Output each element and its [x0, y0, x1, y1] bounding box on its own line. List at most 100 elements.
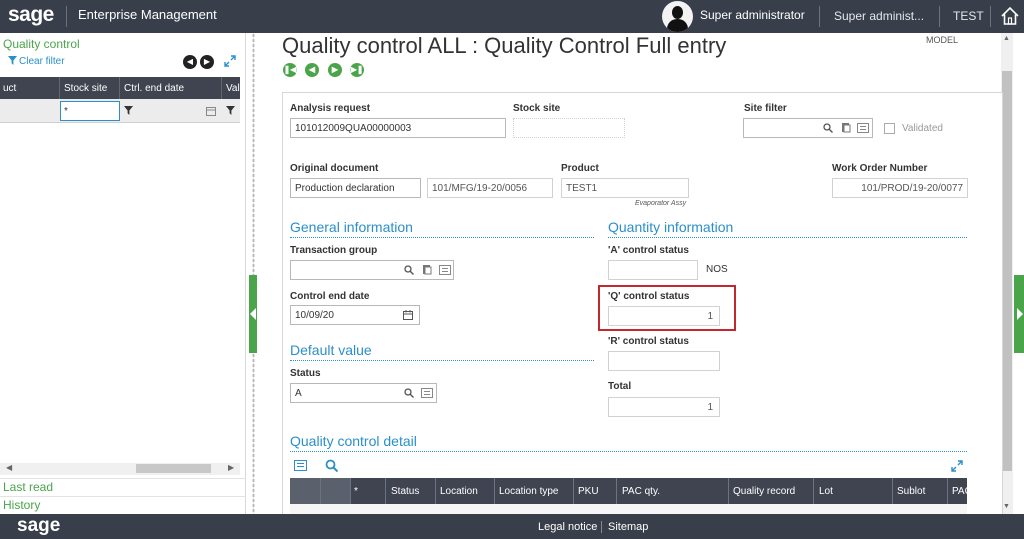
column-lot[interactable]: Lot: [819, 486, 833, 497]
list-view-icon[interactable]: [294, 460, 307, 471]
general-information-title: General information: [290, 219, 413, 235]
work-order-field[interactable]: 101/PROD/19-20/0077: [832, 178, 968, 198]
first-record-icon[interactable]: ❚◀: [283, 63, 297, 77]
last-read-link[interactable]: Last read: [0, 478, 246, 496]
status-field[interactable]: A: [290, 383, 437, 403]
column-ctrl-end-date[interactable]: Ctrl. end date: [124, 83, 184, 94]
validated-checkbox[interactable]: [884, 123, 895, 134]
home-icon[interactable]: [1000, 5, 1020, 27]
section-divider: [290, 360, 594, 361]
column-sublot[interactable]: Sublot: [897, 486, 925, 497]
r-control-status-label: 'R' control status: [608, 336, 689, 347]
history-link[interactable]: History: [0, 496, 246, 514]
search-icon[interactable]: [325, 459, 338, 472]
validated-label: Validated: [902, 123, 943, 134]
app-title: Enterprise Management: [78, 7, 217, 22]
status-label: Status: [290, 368, 321, 379]
clear-filter-link[interactable]: Clear filter: [8, 56, 65, 67]
left-grid-header: uct Stock site Ctrl. end date Val: [0, 77, 240, 99]
column-location-type[interactable]: Location type: [499, 486, 559, 497]
scrollbar-thumb[interactable]: [136, 464, 211, 473]
previous-record-icon[interactable]: ◀: [305, 63, 319, 77]
filter-icon[interactable]: [226, 106, 235, 115]
list-icon[interactable]: [421, 388, 433, 398]
scroll-left-icon[interactable]: ◀: [6, 463, 12, 472]
product-description: Evaporator Assy: [635, 200, 687, 207]
search-icon[interactable]: [404, 265, 414, 275]
collapse-left-panel-handle[interactable]: [249, 275, 257, 353]
control-end-date-field[interactable]: 10/09/20: [290, 305, 420, 325]
table-row[interactable]: [290, 504, 967, 514]
page-title: Quality control ALL : Quality Control Fu…: [282, 33, 727, 58]
column-product[interactable]: uct: [3, 83, 16, 94]
scroll-down-icon[interactable]: ▼: [1003, 503, 1010, 510]
quality-control-detail-title: Quality control detail: [290, 433, 417, 449]
site-filter-label: Site filter: [744, 103, 787, 114]
sage-logo[interactable]: sage: [8, 3, 54, 27]
total-field[interactable]: 1: [608, 397, 720, 417]
calendar-icon[interactable]: [403, 310, 413, 320]
divider: [939, 6, 940, 27]
column-marker[interactable]: *: [354, 486, 358, 497]
scroll-right-icon[interactable]: ▶: [228, 463, 234, 472]
column-status[interactable]: Status: [391, 486, 419, 497]
search-icon[interactable]: [404, 388, 414, 398]
divider: [819, 6, 820, 27]
calendar-icon[interactable]: [206, 106, 216, 116]
section-divider: [290, 451, 967, 452]
scrollbar-thumb[interactable]: [1002, 71, 1012, 471]
column-location[interactable]: Location: [440, 486, 478, 497]
footer-sage-logo: sage: [17, 515, 61, 536]
column-stock-site[interactable]: Stock site: [64, 83, 107, 94]
previous-page-icon[interactable]: ◀: [183, 55, 197, 69]
horizontal-scrollbar[interactable]: ◀ ▶: [0, 463, 240, 475]
splitter[interactable]: [252, 33, 255, 514]
next-record-icon[interactable]: ▶: [328, 63, 342, 77]
divider: [990, 6, 991, 27]
highlight-box: [598, 285, 736, 331]
original-document-type-field[interactable]: Production declaration: [290, 178, 421, 198]
expand-icon[interactable]: [951, 460, 963, 472]
list-icon[interactable]: [439, 265, 451, 275]
analysis-request-field[interactable]: 101012009QUA00000003: [290, 118, 506, 138]
column-quality-record[interactable]: Quality record: [733, 486, 795, 497]
default-value-title: Default value: [290, 342, 372, 358]
sitemap-link[interactable]: Sitemap: [608, 521, 648, 533]
user-name[interactable]: Super administrator: [700, 8, 805, 22]
footer: sage Legal notice Sitemap: [0, 514, 1024, 539]
column-pac[interactable]: PAC: [952, 486, 972, 497]
site-filter-field[interactable]: [743, 118, 873, 138]
left-panel-title[interactable]: Quality control: [3, 37, 80, 51]
open-right-panel-handle[interactable]: [1014, 275, 1024, 353]
filter-icon[interactable]: [124, 106, 133, 115]
zoom-icon[interactable]: [422, 264, 432, 275]
filter-clear-icon: [8, 56, 17, 65]
a-control-status-field[interactable]: [608, 260, 698, 280]
search-icon[interactable]: [823, 123, 833, 133]
r-control-status-field[interactable]: [608, 351, 720, 371]
unit-label: NOS: [706, 264, 728, 275]
last-record-icon[interactable]: ▶❚: [350, 63, 364, 77]
column-pku[interactable]: PKU: [578, 486, 599, 497]
column-pac-qty[interactable]: PAC qty.: [622, 486, 660, 497]
next-page-icon[interactable]: ▶: [200, 55, 214, 69]
avatar[interactable]: [662, 1, 693, 32]
legal-notice-link[interactable]: Legal notice: [538, 521, 597, 533]
role-selector[interactable]: Super administ...: [834, 9, 924, 23]
original-document-number-field[interactable]: 101/MFG/19-20/0056: [427, 178, 553, 198]
product-field[interactable]: TEST1: [561, 178, 689, 198]
model-label: MODEL: [926, 35, 959, 45]
work-order-label: Work Order Number: [832, 163, 928, 174]
expand-icon[interactable]: [224, 55, 236, 67]
stock-site-filter-input[interactable]: *: [60, 101, 120, 121]
stock-site-label: Stock site: [513, 103, 561, 114]
list-icon[interactable]: [857, 123, 869, 133]
stock-site-field[interactable]: [513, 118, 625, 138]
folder-selector[interactable]: TEST: [953, 9, 984, 23]
clear-filter-label: Clear filter: [19, 56, 65, 67]
top-bar: sage Enterprise Management Super adminis…: [0, 0, 1024, 33]
product-label: Product: [561, 163, 599, 174]
zoom-icon[interactable]: [841, 122, 851, 133]
scroll-up-icon[interactable]: ▲: [1003, 35, 1010, 42]
column-validated[interactable]: Val: [226, 83, 240, 94]
